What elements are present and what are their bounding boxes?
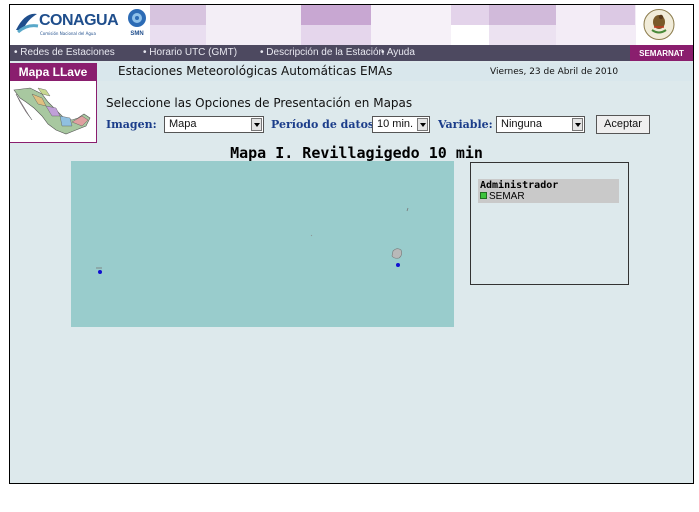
- chevron-down-icon[interactable]: [417, 118, 428, 131]
- nav-redes-estaciones[interactable]: • Redes de Estaciones: [14, 47, 115, 58]
- semarnat-link[interactable]: SEMARNAT: [630, 45, 693, 61]
- conagua-logo[interactable]: CONAGUA Comisión Nacional del Agua: [13, 8, 125, 40]
- mexico-key-map[interactable]: [12, 84, 92, 138]
- logo-text: CONAGUA: [39, 12, 119, 29]
- legend-item-semar: SEMAR: [489, 191, 525, 202]
- variable-select-value: Ninguna: [501, 118, 542, 130]
- legend-swatch: [480, 192, 487, 199]
- legend-title: Administrador: [480, 180, 559, 191]
- chevron-down-icon[interactable]: [572, 118, 583, 131]
- page-frame: CONAGUA Comisión Nacional del Agua SMN •…: [9, 4, 694, 484]
- key-map-panel: Mapa LLave: [10, 63, 97, 143]
- title-strip: Estaciones Meteorológicas Automáticas EM…: [97, 63, 693, 81]
- imagen-select-value: Mapa: [169, 118, 197, 130]
- periodo-select-value: 10 min.: [377, 118, 414, 130]
- key-map-title: Mapa LLave: [10, 63, 96, 81]
- smn-logo[interactable]: SMN: [126, 7, 148, 41]
- aceptar-button[interactable]: Aceptar: [596, 115, 650, 134]
- periodo-label: Período de datos:: [271, 118, 379, 131]
- variable-select[interactable]: Ninguna: [496, 116, 585, 133]
- nav-ayuda[interactable]: • Ayuda: [381, 47, 415, 58]
- imagen-label: Imagen:: [106, 118, 157, 131]
- periodo-select[interactable]: 10 min.: [372, 116, 430, 133]
- page-title: Estaciones Meteorológicas Automáticas EM…: [118, 64, 393, 78]
- smn-text: SMN: [130, 31, 144, 37]
- imagen-select[interactable]: Mapa: [164, 116, 264, 133]
- nav-descripcion-estacion[interactable]: • Descripción de la Estación: [260, 47, 384, 58]
- variable-label: Variable:: [438, 118, 493, 131]
- header-banner: CONAGUA Comisión Nacional del Agua SMN: [10, 5, 693, 45]
- chevron-down-icon[interactable]: [251, 118, 262, 131]
- station-dot-socorro[interactable]: [396, 263, 400, 267]
- top-nav: • Redes de Estaciones • Horario UTC (GMT…: [10, 45, 693, 61]
- options-heading: Seleccione las Opciones de Presentación …: [106, 96, 413, 110]
- station-dot-clarion[interactable]: [98, 270, 102, 274]
- legend-panel: Administrador SEMAR: [470, 162, 629, 285]
- current-date: Viernes, 23 de Abril de 2010: [490, 67, 619, 77]
- logo-subtext: Comisión Nacional del Agua: [40, 31, 96, 36]
- smn-spiral-icon: [128, 9, 146, 27]
- nav-horario-utc[interactable]: • Horario UTC (GMT): [143, 47, 237, 58]
- water-drop-logo-icon: [16, 13, 39, 34]
- legend-group: Administrador SEMAR: [478, 179, 619, 203]
- map-title: Mapa I. Revillagigedo 10 min: [230, 144, 483, 162]
- mexico-seal-icon: [643, 9, 675, 40]
- revillagigedo-map[interactable]: [71, 161, 454, 327]
